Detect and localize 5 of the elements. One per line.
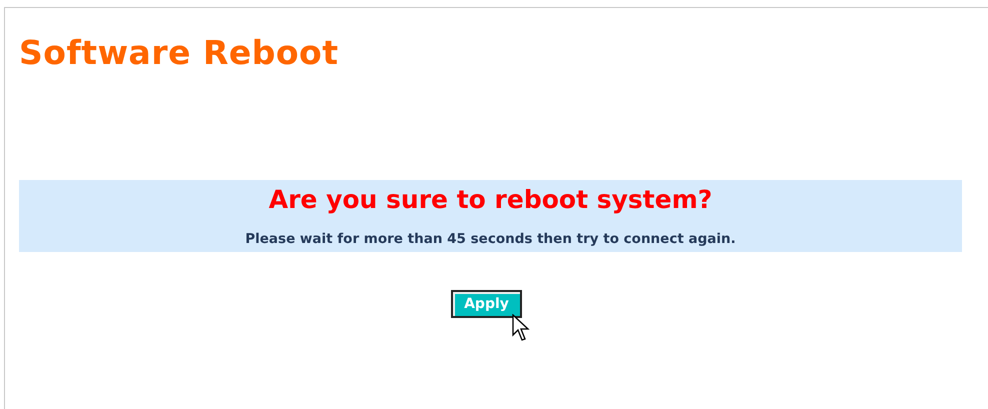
page-title: Software Reboot <box>19 36 340 69</box>
mouse-cursor-icon <box>512 314 530 342</box>
confirm-question: Are you sure to reboot system? <box>268 184 712 216</box>
apply-button[interactable]: Apply <box>451 290 522 318</box>
wait-note: Please wait for more than 45 seconds then try to connect again. <box>245 230 736 249</box>
